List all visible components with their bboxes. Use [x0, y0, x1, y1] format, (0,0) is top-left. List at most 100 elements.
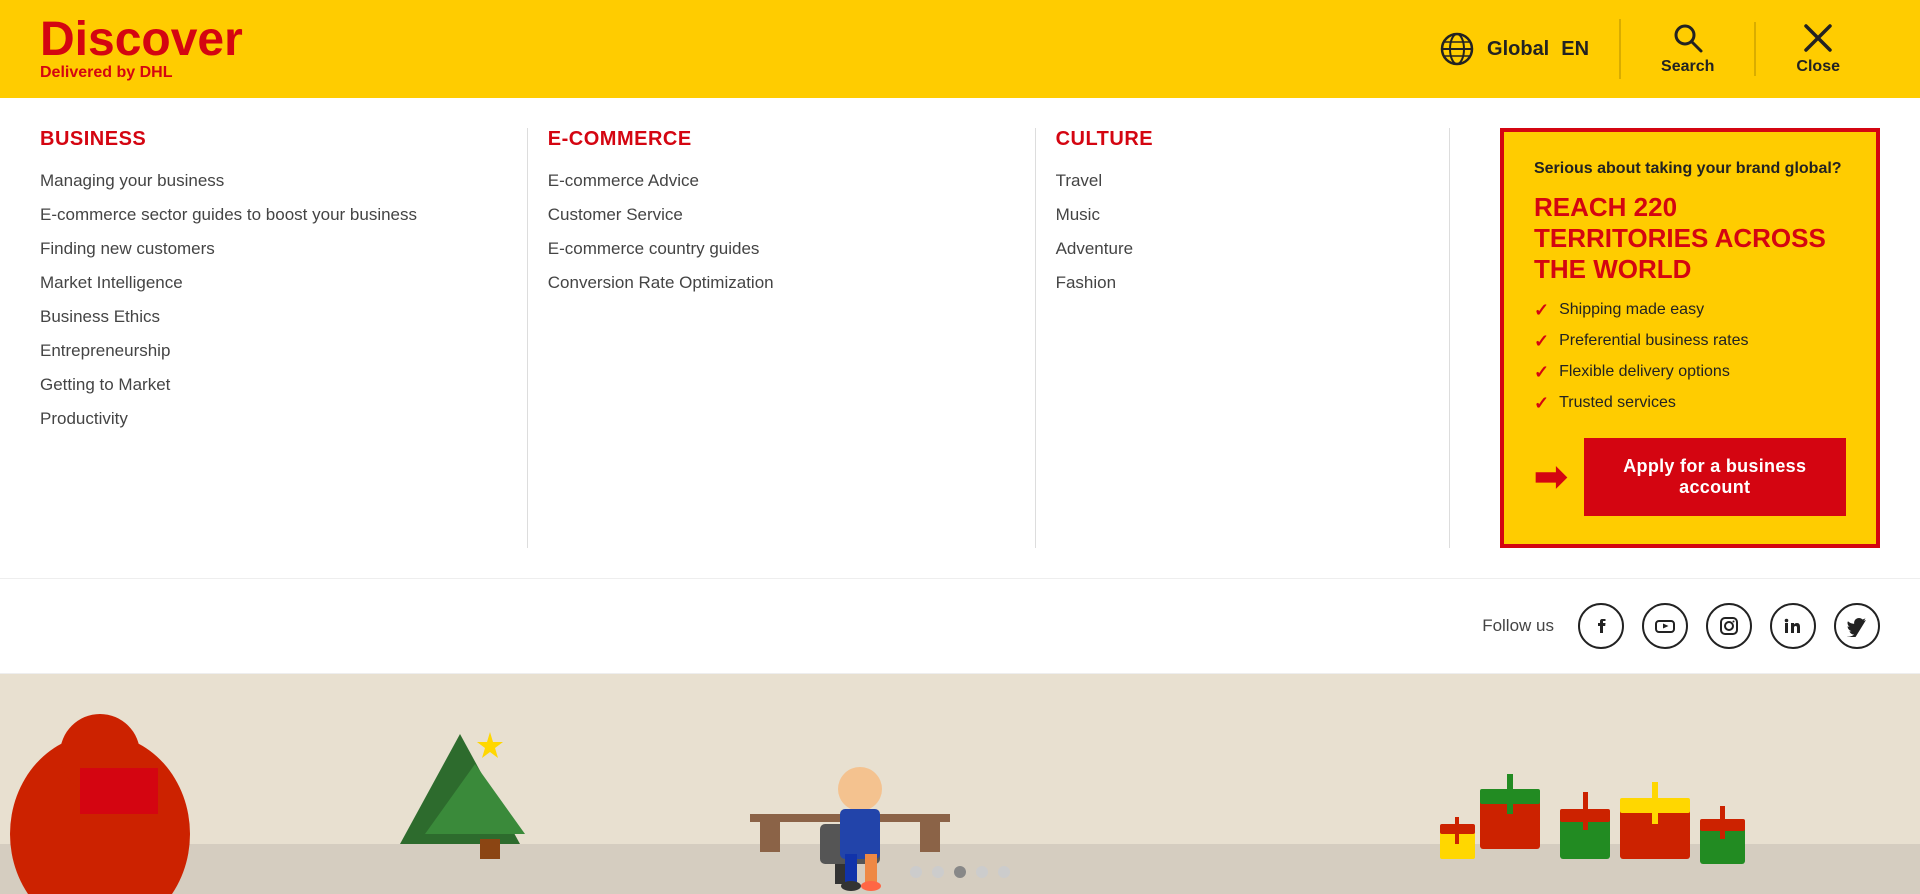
facebook-icon[interactable] — [1578, 603, 1624, 649]
banner-cta-label — [110, 782, 128, 799]
list-item[interactable]: E-commerce sector guides to boost your b… — [40, 205, 507, 225]
search-label: Search — [1661, 58, 1714, 76]
pagination-dot[interactable] — [998, 866, 1010, 878]
close-button[interactable]: Close — [1754, 22, 1880, 76]
twitter-icon[interactable] — [1834, 603, 1880, 649]
nav-link[interactable]: Music — [1056, 205, 1100, 224]
list-item[interactable]: Conversion Rate Optimization — [548, 273, 1015, 293]
nav-column-business: BUSINESS Managing your business E-commer… — [40, 128, 528, 548]
nav-link[interactable]: E-commerce sector guides to boost your b… — [40, 205, 417, 224]
nav-ecommerce-list: E-commerce Advice Customer Service E-com… — [548, 171, 1015, 293]
linkedin-icon[interactable] — [1770, 603, 1816, 649]
search-icon — [1672, 22, 1704, 54]
list-item[interactable]: Adventure — [1056, 239, 1429, 259]
list-item[interactable]: Managing your business — [40, 171, 507, 191]
pagination-dot[interactable] — [932, 866, 944, 878]
list-item[interactable]: Travel — [1056, 171, 1429, 191]
language-region: Global — [1487, 38, 1549, 61]
list-item[interactable]: Productivity — [40, 409, 507, 429]
logo-area[interactable]: Discover Delivered by DHL — [40, 16, 243, 82]
logo-discover[interactable]: Discover — [40, 16, 243, 64]
banner-content — [0, 674, 1920, 894]
promo-checklist-item: ✓ Trusted services — [1534, 393, 1846, 414]
banner-cta-button[interactable] — [80, 768, 158, 814]
youtube-svg — [1654, 615, 1676, 637]
site-header: Discover Delivered by DHL Global EN — [0, 0, 1920, 98]
list-item[interactable]: Finding new customers — [40, 239, 507, 259]
pagination-dot[interactable] — [976, 866, 988, 878]
check-icon: ✓ — [1534, 393, 1549, 414]
promo-checklist: ✓ Shipping made easy ✓ Preferential busi… — [1534, 300, 1846, 414]
nav-business-list: Managing your business E-commerce sector… — [40, 171, 507, 429]
nav-link[interactable]: Customer Service — [548, 205, 683, 224]
youtube-icon[interactable] — [1642, 603, 1688, 649]
list-item[interactable]: Music — [1056, 205, 1429, 225]
globe-icon — [1439, 31, 1475, 67]
nav-link[interactable]: Managing your business — [40, 171, 224, 190]
nav-column-title-culture: CULTURE — [1056, 128, 1429, 151]
promo-cta-area: ➡ Apply for a business account — [1534, 438, 1846, 516]
logo-tagline: Delivered by DHL — [40, 64, 243, 82]
promo-checklist-item-label: Shipping made easy — [1559, 301, 1704, 319]
logo-dhl: DHL — [140, 64, 173, 81]
nav-link[interactable]: Conversion Rate Optimization — [548, 273, 774, 292]
nav-link[interactable]: E-commerce country guides — [548, 239, 760, 258]
check-icon: ✓ — [1534, 362, 1549, 383]
follow-bar: Follow us — [0, 579, 1920, 674]
check-icon: ✓ — [1534, 300, 1549, 321]
follow-label: Follow us — [1482, 616, 1554, 636]
arrow-right-icon: ➡ — [1534, 457, 1568, 497]
instagram-svg — [1718, 615, 1740, 637]
nav-column-culture: CULTURE Travel Music Adventure Fashion — [1056, 128, 1450, 548]
nav-link[interactable]: Getting to Market — [40, 375, 170, 394]
list-item[interactable]: Entrepreneurship — [40, 341, 507, 361]
pagination-dots — [910, 866, 1010, 878]
list-item[interactable]: Customer Service — [548, 205, 1015, 225]
banner-illustration — [0, 674, 1920, 894]
language-code: EN — [1561, 38, 1589, 61]
nav-culture-list: Travel Music Adventure Fashion — [1056, 171, 1429, 293]
check-icon: ✓ — [1534, 331, 1549, 352]
list-item[interactable]: Fashion — [1056, 273, 1429, 293]
pagination-dot[interactable] — [910, 866, 922, 878]
list-item[interactable]: Business Ethics — [40, 307, 507, 327]
close-icon — [1802, 22, 1834, 54]
facebook-svg — [1590, 615, 1612, 637]
nav-link[interactable]: Productivity — [40, 409, 128, 428]
twitter-svg — [1846, 615, 1868, 637]
promo-tagline: Serious about taking your brand global? — [1534, 160, 1846, 178]
promo-checklist-item: ✓ Preferential business rates — [1534, 331, 1846, 352]
nav-link[interactable]: Fashion — [1056, 273, 1116, 292]
list-item[interactable]: E-commerce Advice — [548, 171, 1015, 191]
header-right: Global EN Search Close — [1409, 19, 1880, 79]
promo-checklist-item-label: Flexible delivery options — [1559, 363, 1730, 381]
nav-column-title-ecommerce: E-COMMERCE — [548, 128, 1015, 151]
list-item[interactable]: Market Intelligence — [40, 273, 507, 293]
apply-business-account-button[interactable]: Apply for a business account — [1584, 438, 1846, 516]
promo-headline: REACH 220 TERRITORIES ACROSS THE WORLD — [1534, 192, 1846, 286]
bottom-banner — [0, 674, 1920, 894]
promo-checklist-item-label: Preferential business rates — [1559, 332, 1748, 350]
nav-link[interactable]: E-commerce Advice — [548, 171, 699, 190]
nav-link[interactable]: Travel — [1056, 171, 1103, 190]
nav-link[interactable]: Adventure — [1056, 239, 1134, 258]
list-item[interactable]: E-commerce country guides — [548, 239, 1015, 259]
nav-link[interactable]: Market Intelligence — [40, 273, 183, 292]
pagination-dot-active[interactable] — [954, 866, 966, 878]
language-selector[interactable]: Global EN — [1409, 31, 1619, 67]
instagram-icon[interactable] — [1706, 603, 1752, 649]
promo-box: Serious about taking your brand global? … — [1500, 128, 1880, 548]
search-button[interactable]: Search — [1621, 22, 1754, 76]
nav-dropdown: BUSINESS Managing your business E-commer… — [0, 98, 1920, 579]
nav-link[interactable]: Finding new customers — [40, 239, 215, 258]
nav-column-title-business: BUSINESS — [40, 128, 507, 151]
promo-checklist-item: ✓ Flexible delivery options — [1534, 362, 1846, 383]
nav-link[interactable]: Business Ethics — [40, 307, 160, 326]
promo-checklist-item: ✓ Shipping made easy — [1534, 300, 1846, 321]
list-item[interactable]: Getting to Market — [40, 375, 507, 395]
close-label: Close — [1796, 58, 1840, 76]
linkedin-svg — [1782, 615, 1804, 637]
nav-link[interactable]: Entrepreneurship — [40, 341, 170, 360]
nav-column-ecommerce: E-COMMERCE E-commerce Advice Customer Se… — [548, 128, 1036, 548]
promo-checklist-item-label: Trusted services — [1559, 394, 1676, 412]
